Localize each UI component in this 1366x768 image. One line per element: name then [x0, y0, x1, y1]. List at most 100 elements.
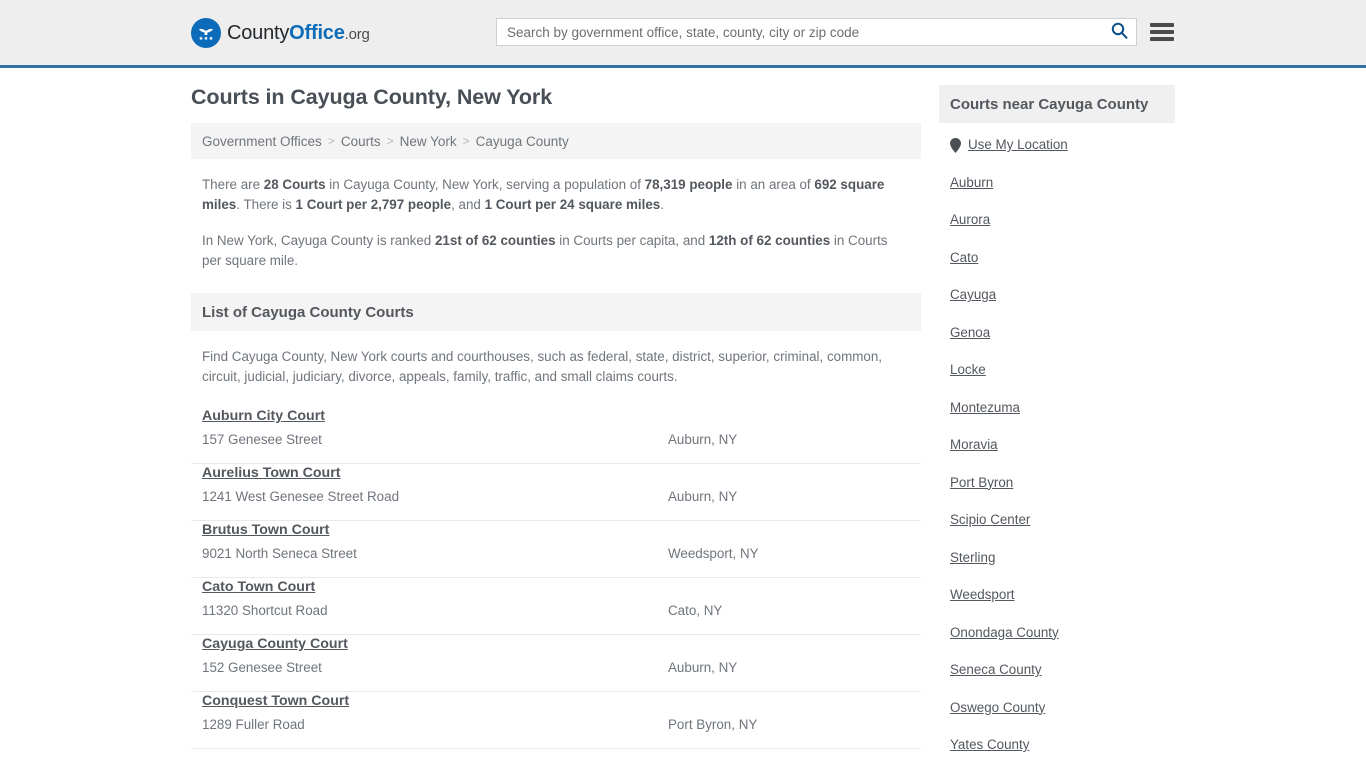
nearby-place-link-10[interactable]: Scipio Center — [950, 512, 1030, 528]
search-icon — [1111, 22, 1128, 42]
court-row: Cayuga County Court 152 Genesee Street Aub… — [191, 635, 921, 692]
stat-text: There are — [202, 177, 264, 192]
court-detail: 1289 Fuller Road Port Byron, NY — [202, 715, 910, 735]
breadcrumb-separator: > — [386, 134, 394, 148]
court-city: Auburn, NY — [668, 432, 738, 447]
court-detail: 11320 Shortcut Road Cato, NY — [202, 601, 910, 621]
search-input[interactable] — [497, 19, 1102, 45]
nearby-place-link-3[interactable]: Cato — [950, 250, 978, 266]
stats-paragraph-1: There are 28 Courts in Cayuga County, Ne… — [202, 175, 910, 215]
nearby-places-list: Use My Location Auburn Aurora Cato Cayuga Gen… — [939, 123, 1175, 753]
stats-paragraph-2: In New York, Cayuga County is ranked 21s… — [202, 231, 910, 271]
court-detail: 9021 North Seneca Street Weedsport, NY — [202, 544, 910, 564]
search-button[interactable] — [1102, 19, 1136, 45]
brand-part-org: .org — [344, 25, 370, 43]
sidebar: Courts near Cayuga County Use My Locatio… — [939, 85, 1175, 768]
nearby-place-item[interactable]: Montezuma — [939, 400, 1175, 416]
nearby-place-link-6[interactable]: Locke — [950, 362, 986, 378]
nearby-place-item[interactable]: Yates County — [939, 737, 1175, 753]
site-header: CountyOffice.org — [0, 0, 1366, 68]
nearby-place-item[interactable]: Genoa — [939, 325, 1175, 341]
nearby-place-link-7[interactable]: Montezuma — [950, 400, 1020, 416]
court-row: Cato Town Court 11320 Shortcut Road Cato, … — [191, 578, 921, 635]
nearby-place-link-8[interactable]: Moravia — [950, 437, 998, 453]
eagle-seal-icon — [191, 18, 221, 48]
court-address: 9021 North Seneca Street — [202, 546, 357, 561]
breadcrumb-item-4[interactable]: Cayuga County — [476, 134, 569, 149]
nearby-place-link-4[interactable]: Cayuga — [950, 287, 996, 303]
site-logo-link[interactable]: CountyOffice.org — [191, 18, 370, 48]
brand-part-office: Office — [289, 21, 345, 44]
nearby-place-item[interactable]: Onondaga County — [939, 625, 1175, 641]
nearby-place-link-12[interactable]: Weedsport — [950, 587, 1015, 603]
court-detail: 1241 West Genesee Street Road Auburn, NY — [202, 487, 910, 507]
use-my-location-item[interactable]: Use My Location — [939, 137, 1175, 153]
brand-wordmark: CountyOffice.org — [227, 22, 370, 45]
stat-highlight: 1 Court per 24 square miles — [484, 197, 661, 212]
court-list-description: Find Cayuga County, New York courts and … — [202, 349, 883, 384]
nearby-place-item[interactable]: Port Byron — [939, 475, 1175, 491]
stat-text: In New York, Cayuga County is ranked — [202, 233, 435, 248]
court-row: Auburn City Court 157 Genesee Street Aubur… — [191, 407, 921, 464]
nearby-place-link-14[interactable]: Seneca County — [950, 662, 1042, 678]
stat-text: in an area of — [732, 177, 815, 192]
content-columns: Courts in Cayuga County, New York Govern… — [191, 85, 1175, 768]
main-column: Courts in Cayuga County, New York Govern… — [191, 85, 921, 768]
nearby-place-link-15[interactable]: Oswego County — [950, 700, 1045, 716]
sidebar-heading: Courts near Cayuga County — [939, 85, 1175, 123]
court-name-link[interactable]: Conquest Town Court — [202, 693, 349, 709]
court-city: Cato, NY — [668, 603, 723, 618]
court-list-heading: List of Cayuga County Courts — [191, 293, 921, 331]
nearby-place-item[interactable]: Oswego County — [939, 700, 1175, 716]
brand-part-county: County — [227, 21, 290, 44]
menu-bar-3 — [1150, 37, 1174, 41]
breadcrumb-item-2[interactable]: Courts — [341, 134, 381, 149]
nearby-place-item[interactable]: Cayuga — [939, 287, 1175, 303]
court-list: Auburn City Court 157 Genesee Street Aubur… — [191, 407, 921, 749]
nearby-place-item[interactable]: Moravia — [939, 437, 1175, 453]
stat-text: in Cayuga County, New York, serving a po… — [325, 177, 645, 192]
nearby-place-link-16[interactable]: Yates County — [950, 737, 1029, 753]
court-detail: 152 Genesee Street Auburn, NY — [202, 658, 910, 678]
breadcrumb-item-1[interactable]: Government Offices — [202, 134, 322, 149]
court-address: 157 Genesee Street — [202, 432, 322, 447]
court-address: 11320 Shortcut Road — [202, 603, 328, 618]
court-city: Weedsport, NY — [668, 546, 759, 561]
stat-highlight: 78,319 people — [644, 177, 733, 192]
court-row: Aurelius Town Court 1241 West Genesee Str… — [191, 464, 921, 521]
court-city: Auburn, NY — [668, 489, 738, 504]
stat-text: . There is — [236, 197, 296, 212]
map-pin-icon — [950, 137, 961, 153]
court-name-link[interactable]: Brutus Town Court — [202, 522, 329, 538]
search-bar[interactable] — [496, 18, 1137, 46]
court-name-link[interactable]: Cayuga County Court — [202, 636, 348, 652]
court-city: Auburn, NY — [668, 660, 738, 675]
nearby-place-link-11[interactable]: Sterling — [950, 550, 995, 566]
nearby-place-link-13[interactable]: Onondaga County — [950, 625, 1059, 641]
court-address: 1289 Fuller Road — [202, 717, 305, 732]
nearby-place-link-9[interactable]: Port Byron — [950, 475, 1013, 491]
nearby-place-item[interactable]: Seneca County — [939, 662, 1175, 678]
nearby-place-item[interactable]: Weedsport — [939, 587, 1175, 603]
court-address: 152 Genesee Street — [202, 660, 322, 675]
nearby-place-item[interactable]: Sterling — [939, 550, 1175, 566]
nearby-place-item[interactable]: Aurora — [939, 212, 1175, 228]
court-detail: 157 Genesee Street Auburn, NY — [202, 430, 910, 450]
stat-text: , and — [451, 197, 485, 212]
menu-bar-1 — [1150, 23, 1174, 27]
court-name-link[interactable]: Auburn City Court — [202, 408, 325, 424]
nearby-place-item[interactable]: Cato — [939, 250, 1175, 266]
nearby-place-item[interactable]: Locke — [939, 362, 1175, 378]
court-name-link[interactable]: Aurelius Town Court — [202, 465, 340, 481]
breadcrumb: Government Offices > Courts > New York > Cayug… — [191, 123, 921, 159]
nearby-place-link-5[interactable]: Genoa — [950, 325, 990, 341]
breadcrumb-item-3[interactable]: New York — [400, 134, 457, 149]
nearby-place-item[interactable]: Scipio Center — [939, 512, 1175, 528]
court-city: Port Byron, NY — [668, 717, 758, 732]
court-name-link[interactable]: Cato Town Court — [202, 579, 315, 595]
nearby-place-link-2[interactable]: Aurora — [950, 212, 990, 228]
use-my-location-link[interactable]: Use My Location — [968, 137, 1068, 153]
nearby-place-item[interactable]: Auburn — [939, 175, 1175, 191]
nearby-place-link-1[interactable]: Auburn — [950, 175, 993, 191]
hamburger-menu-icon[interactable] — [1150, 20, 1174, 44]
